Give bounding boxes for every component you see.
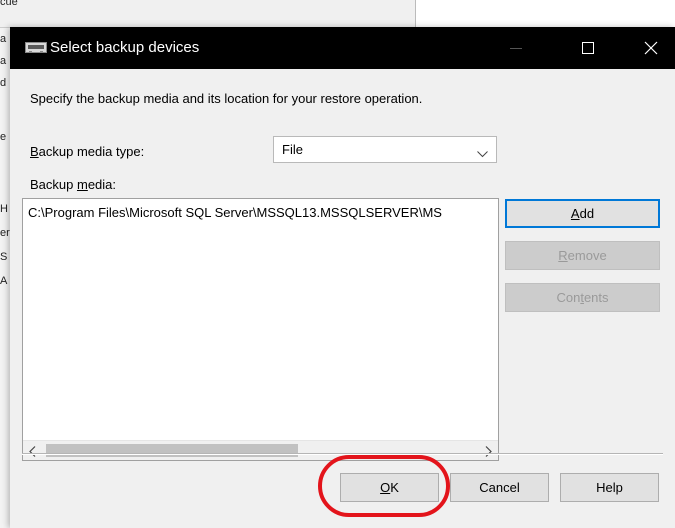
divider	[22, 454, 663, 455]
background-text: cue	[0, 0, 18, 8]
ok-button[interactable]: OK	[340, 473, 439, 502]
background-text: S	[0, 251, 8, 263]
background-text: a	[0, 55, 7, 67]
backup-media-label: Backup media:	[30, 177, 117, 192]
background-text: er	[0, 227, 10, 239]
horizontal-scrollbar[interactable]	[23, 440, 498, 460]
background-text: e	[0, 131, 7, 143]
dialog-title: Select backup devices	[50, 39, 200, 56]
help-button[interactable]: Help	[560, 473, 659, 502]
background-text: A	[0, 275, 8, 287]
background-text: d	[0, 77, 7, 89]
list-item[interactable]: C:\Program Files\Microsoft SQL Server\MS…	[28, 205, 442, 220]
background-text: a	[0, 33, 7, 45]
backup-media-type-value: File	[282, 142, 303, 157]
backup-media-list[interactable]: C:\Program Files\Microsoft SQL Server\MS…	[22, 198, 499, 461]
backup-media-type-select[interactable]: File	[273, 136, 497, 163]
remove-button[interactable]: Remove	[505, 241, 660, 270]
background-window-header	[0, 0, 416, 28]
backup-media-type-label: Backup media type:	[30, 144, 145, 159]
scrollbar-thumb[interactable]	[46, 444, 298, 457]
cancel-button[interactable]: Cancel	[450, 473, 549, 502]
background-text: H	[0, 203, 8, 215]
select-backup-devices-dialog: Select backup devices Specify the backup…	[10, 27, 675, 528]
add-button[interactable]: Add	[505, 199, 660, 228]
close-button[interactable]	[629, 27, 675, 69]
backup-device-icon	[25, 42, 47, 54]
instructions-text: Specify the backup media and its locatio…	[30, 91, 423, 106]
minimize-button[interactable]	[494, 27, 540, 69]
dialog-titlebar[interactable]: Select backup devices	[10, 27, 675, 69]
maximize-button[interactable]	[566, 27, 612, 69]
contents-button[interactable]: Contents	[505, 283, 660, 312]
chevron-down-icon	[477, 146, 488, 161]
